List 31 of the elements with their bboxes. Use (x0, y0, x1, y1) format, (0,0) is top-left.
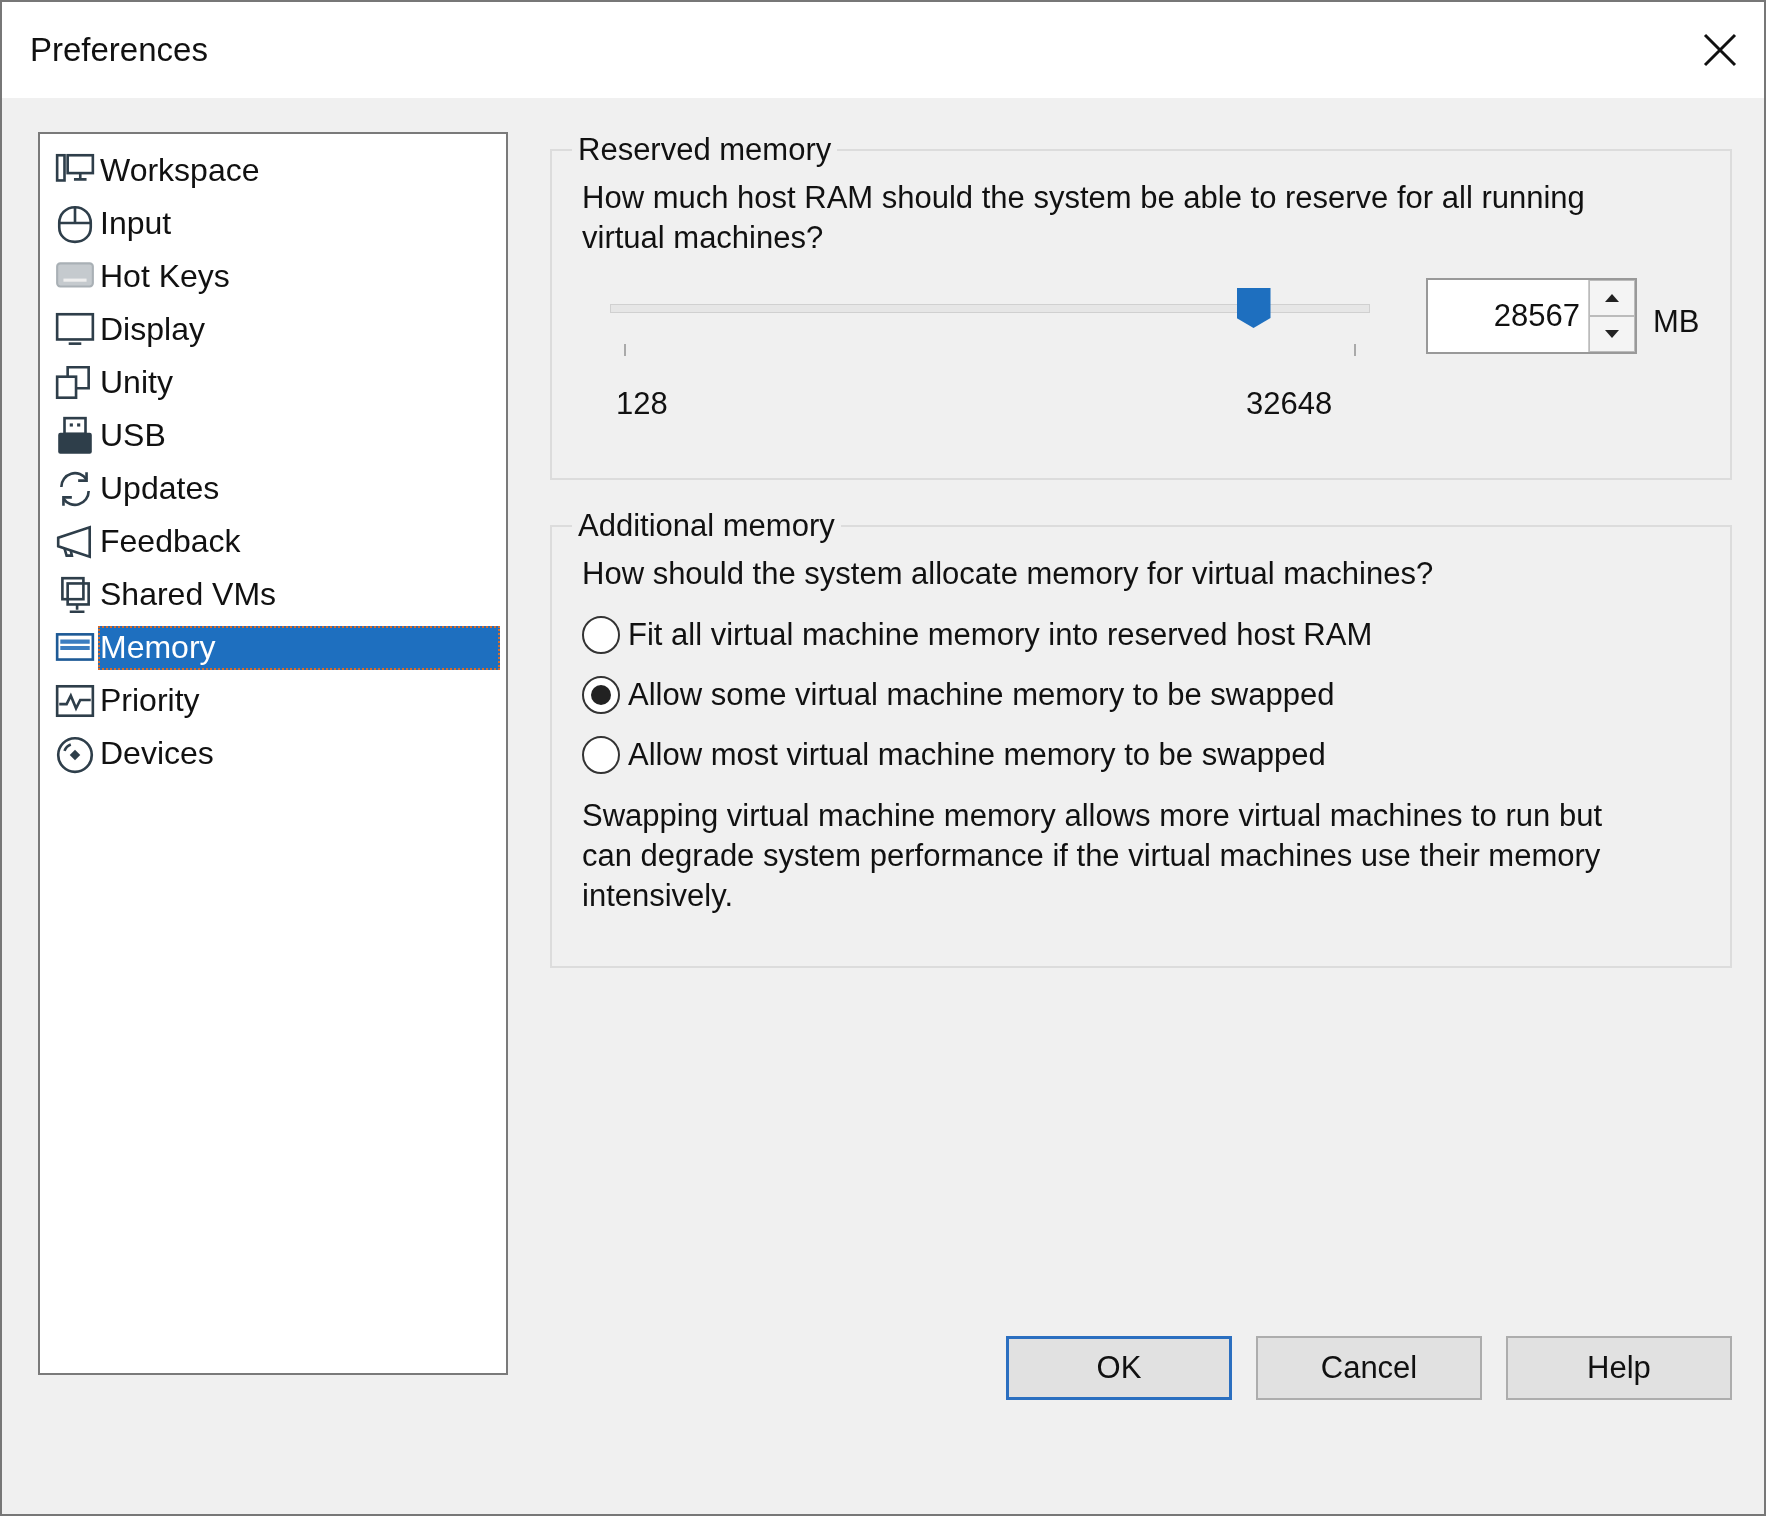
unit-label: MB (1653, 304, 1700, 340)
radio-button[interactable] (582, 616, 620, 654)
question-text: How should the system allocate memory for virtual machines? (582, 555, 1435, 593)
note-text: Swapping virtual machine memory allows more virtual machines to run but can degrade system performance if the virtual machines use their memory intensively. (582, 797, 1603, 915)
question-text: How much host RAM should the system be able to reserve for all running virtual machines? (582, 179, 1586, 257)
radio-button[interactable] (582, 736, 620, 774)
sidebar-item[interactable]: Input (40, 197, 506, 250)
dialog-button[interactable]: Cancel (1256, 1336, 1482, 1400)
sidebar-item[interactable]: Shared VMs (40, 568, 506, 621)
group-title: Additional memory (577, 508, 836, 544)
sidebar-item[interactable]: USB (40, 409, 506, 462)
radio-button[interactable] (582, 676, 620, 714)
sidebar-item[interactable]: Updates (40, 462, 506, 515)
sidebar-item[interactable]: Feedback (40, 515, 506, 568)
window-title: Preferences (30, 31, 208, 69)
option-label[interactable]: Allow some virtual machine memory to be swapped (628, 677, 1335, 713)
spin-box[interactable]: 28567 (1426, 278, 1637, 354)
slider-thumb[interactable] (1236, 288, 1271, 328)
sidebar-item[interactable]: Hot Keys (40, 250, 506, 303)
option-label[interactable]: Fit all virtual machine memory into reserved host RAM (628, 617, 1373, 653)
sidebar-item[interactable]: Workspace (40, 144, 506, 197)
sidebar-item[interactable]: Devices (40, 727, 506, 780)
sidebar-item[interactable]: Display (40, 303, 506, 356)
dialog-button[interactable]: OK (1006, 1336, 1232, 1400)
dialog-button[interactable]: Help (1506, 1336, 1732, 1400)
group-title: Reserved memory (577, 132, 833, 168)
max-label: 32648 (1246, 386, 1333, 422)
sidebar-item[interactable]: Unity (40, 356, 506, 409)
option-label[interactable]: Allow most virtual machine memory to be swapped (628, 737, 1326, 773)
sidebar-item[interactable]: Priority (40, 674, 506, 727)
min-label: 128 (616, 386, 668, 422)
